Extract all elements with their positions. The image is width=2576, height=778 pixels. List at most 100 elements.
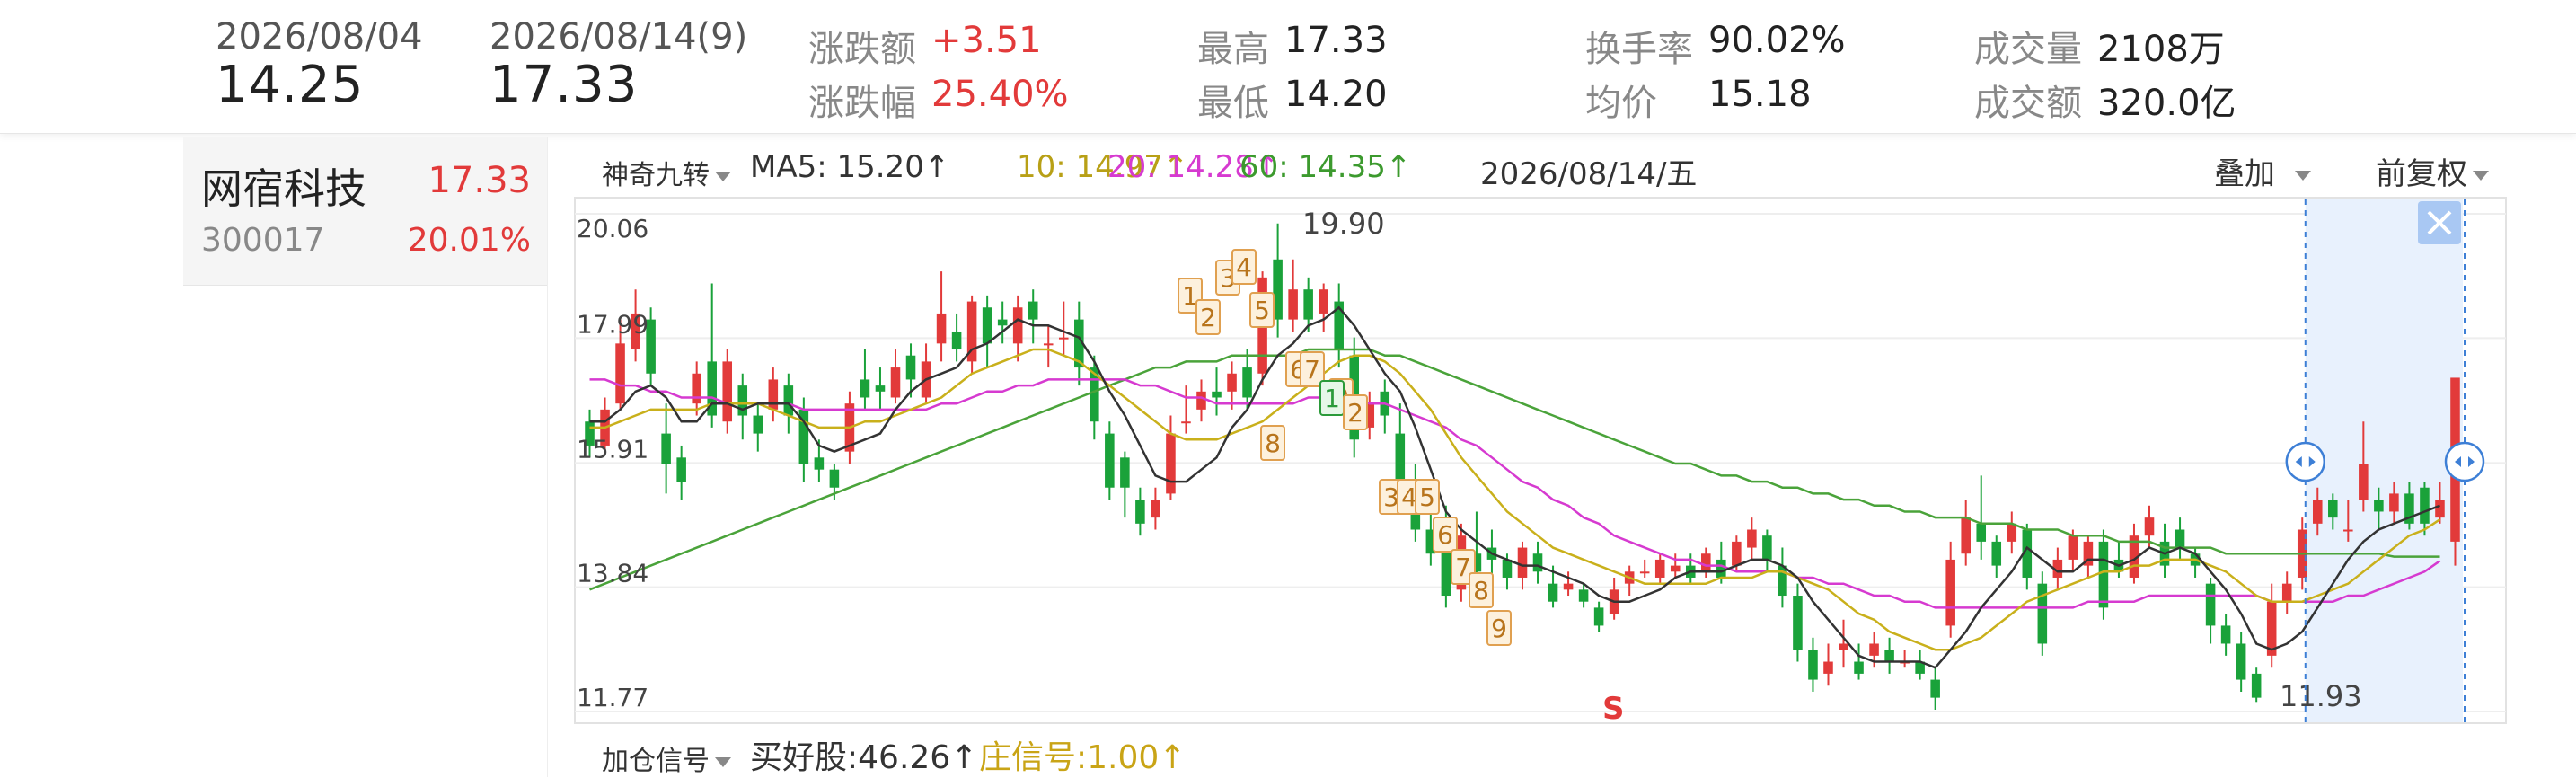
candle-down bbox=[1793, 596, 1803, 650]
candle-down bbox=[1716, 559, 1726, 578]
candle-down bbox=[1120, 457, 1130, 488]
ma20-line bbox=[589, 378, 2441, 609]
candle-up bbox=[936, 313, 947, 344]
candle-up bbox=[2389, 493, 2399, 512]
candle-down bbox=[1105, 433, 1115, 488]
candle-down bbox=[2098, 541, 2109, 608]
candle-down bbox=[1991, 541, 2002, 566]
candle-down bbox=[829, 469, 840, 488]
candle-up bbox=[1654, 559, 1665, 578]
ma-lines bbox=[589, 305, 2441, 669]
y-tick-label: 17.99 bbox=[577, 309, 648, 339]
candle-up bbox=[1227, 373, 1237, 392]
high-price-label: 19.90 bbox=[1302, 207, 1385, 241]
candle-up bbox=[1747, 529, 1757, 548]
candle-up bbox=[1166, 433, 1176, 494]
selection-range bbox=[2305, 199, 2463, 722]
range-drag-handle bbox=[2285, 441, 2326, 482]
candle-down bbox=[951, 331, 962, 350]
candle-down bbox=[1532, 553, 1543, 572]
candle-down bbox=[814, 457, 825, 470]
candle-down bbox=[1976, 523, 1987, 542]
candle-up bbox=[1288, 289, 1298, 320]
candle-down bbox=[1778, 565, 1787, 597]
candle-up bbox=[2343, 529, 2353, 532]
candle-down bbox=[875, 385, 886, 392]
candle-down bbox=[1884, 650, 1894, 662]
candle-up bbox=[1823, 661, 1833, 674]
candle-down bbox=[1593, 607, 1604, 626]
candle-down bbox=[676, 457, 686, 482]
candle-up bbox=[1319, 289, 1328, 314]
candlestick-chart[interactable]: 20.0617.9915.9113.8411.77 12345678912345… bbox=[0, 0, 2576, 777]
candle-down bbox=[1578, 589, 1589, 602]
candle-up bbox=[2144, 517, 2155, 536]
candle-down bbox=[2236, 643, 2246, 680]
nine-turn-label: 9 bbox=[1486, 610, 1512, 646]
candle-up bbox=[1563, 583, 1574, 590]
candle-up bbox=[1151, 500, 1160, 518]
candle-down bbox=[2374, 500, 2384, 512]
nine-turn-label: 5 bbox=[1249, 292, 1275, 328]
ma5-line bbox=[589, 305, 2440, 669]
y-tick-label: 15.91 bbox=[577, 434, 648, 464]
nine-turn-digit: 9 bbox=[1491, 614, 1507, 643]
candle-down bbox=[1548, 583, 1558, 602]
footer-indicator-dropdown[interactable]: 加仓信号 bbox=[602, 738, 731, 778]
nine-turn-label: 5 bbox=[1415, 479, 1440, 515]
candle-up bbox=[615, 343, 625, 404]
footer-indicator-label: 加仓信号 bbox=[602, 746, 710, 777]
low-price-label: 11.93 bbox=[2280, 679, 2362, 713]
candle-down bbox=[1303, 289, 1313, 320]
candle-up bbox=[1732, 541, 1742, 566]
nine-turn-label: 2 bbox=[1343, 394, 1368, 430]
candle-up bbox=[722, 361, 733, 422]
candle-up bbox=[2281, 583, 2292, 602]
nine-turn-digit: 8 bbox=[1473, 576, 1489, 606]
candle-down bbox=[2037, 583, 2048, 644]
nine-turn-digit: 7 bbox=[1304, 355, 1320, 385]
range-drag-handle bbox=[2444, 441, 2485, 482]
nine-turn-label: 1 bbox=[1319, 380, 1345, 416]
candle-up bbox=[1043, 343, 1054, 346]
candle-up bbox=[1058, 337, 1069, 340]
candle-up bbox=[1961, 517, 1971, 554]
gridlines bbox=[575, 213, 2506, 712]
candle-down bbox=[1212, 391, 1222, 398]
candle-down bbox=[783, 385, 794, 416]
candle-down bbox=[1028, 301, 1038, 320]
nine-turn-digit: 8 bbox=[1265, 429, 1281, 458]
candle-up bbox=[692, 373, 701, 404]
candle-up bbox=[1181, 421, 1191, 424]
candle-down bbox=[753, 415, 763, 434]
nine-turn-digit: 2 bbox=[1347, 398, 1363, 428]
y-tick-label: 20.06 bbox=[577, 214, 648, 243]
candle-down bbox=[1395, 433, 1406, 482]
nine-turn-label: 6 bbox=[1433, 517, 1458, 553]
chevron-down-icon bbox=[715, 757, 731, 767]
candle-down bbox=[2220, 625, 2231, 644]
nine-turn-digit: 2 bbox=[1200, 303, 1216, 332]
candle-down bbox=[1854, 661, 1864, 674]
y-axis-ticks: 20.06 17.99 15.91 13.84 11.77 bbox=[577, 214, 648, 712]
nine-turn-digit: 5 bbox=[1419, 482, 1435, 512]
candle-up bbox=[1012, 307, 1023, 344]
candle-up bbox=[1670, 565, 1681, 572]
nine-turn-digit: 5 bbox=[1254, 296, 1270, 325]
sell-signal-marker: S bbox=[1602, 691, 1625, 727]
candle-down bbox=[2328, 500, 2338, 518]
candle-down bbox=[997, 319, 1008, 326]
nine-turn-label: 2 bbox=[1195, 299, 1221, 335]
candle-down bbox=[1502, 559, 1513, 578]
candle-down bbox=[905, 355, 916, 380]
candle-down bbox=[2175, 529, 2185, 548]
candle-up bbox=[1869, 643, 1879, 656]
candles bbox=[585, 223, 2460, 710]
nine-turn-label: 8 bbox=[1260, 425, 1285, 461]
candle-up bbox=[2312, 500, 2323, 524]
candle-up bbox=[2359, 464, 2369, 500]
candle-up bbox=[1639, 571, 1650, 574]
candle-up bbox=[1701, 553, 1711, 572]
candle-down bbox=[661, 433, 671, 464]
candle-up bbox=[1517, 547, 1528, 578]
